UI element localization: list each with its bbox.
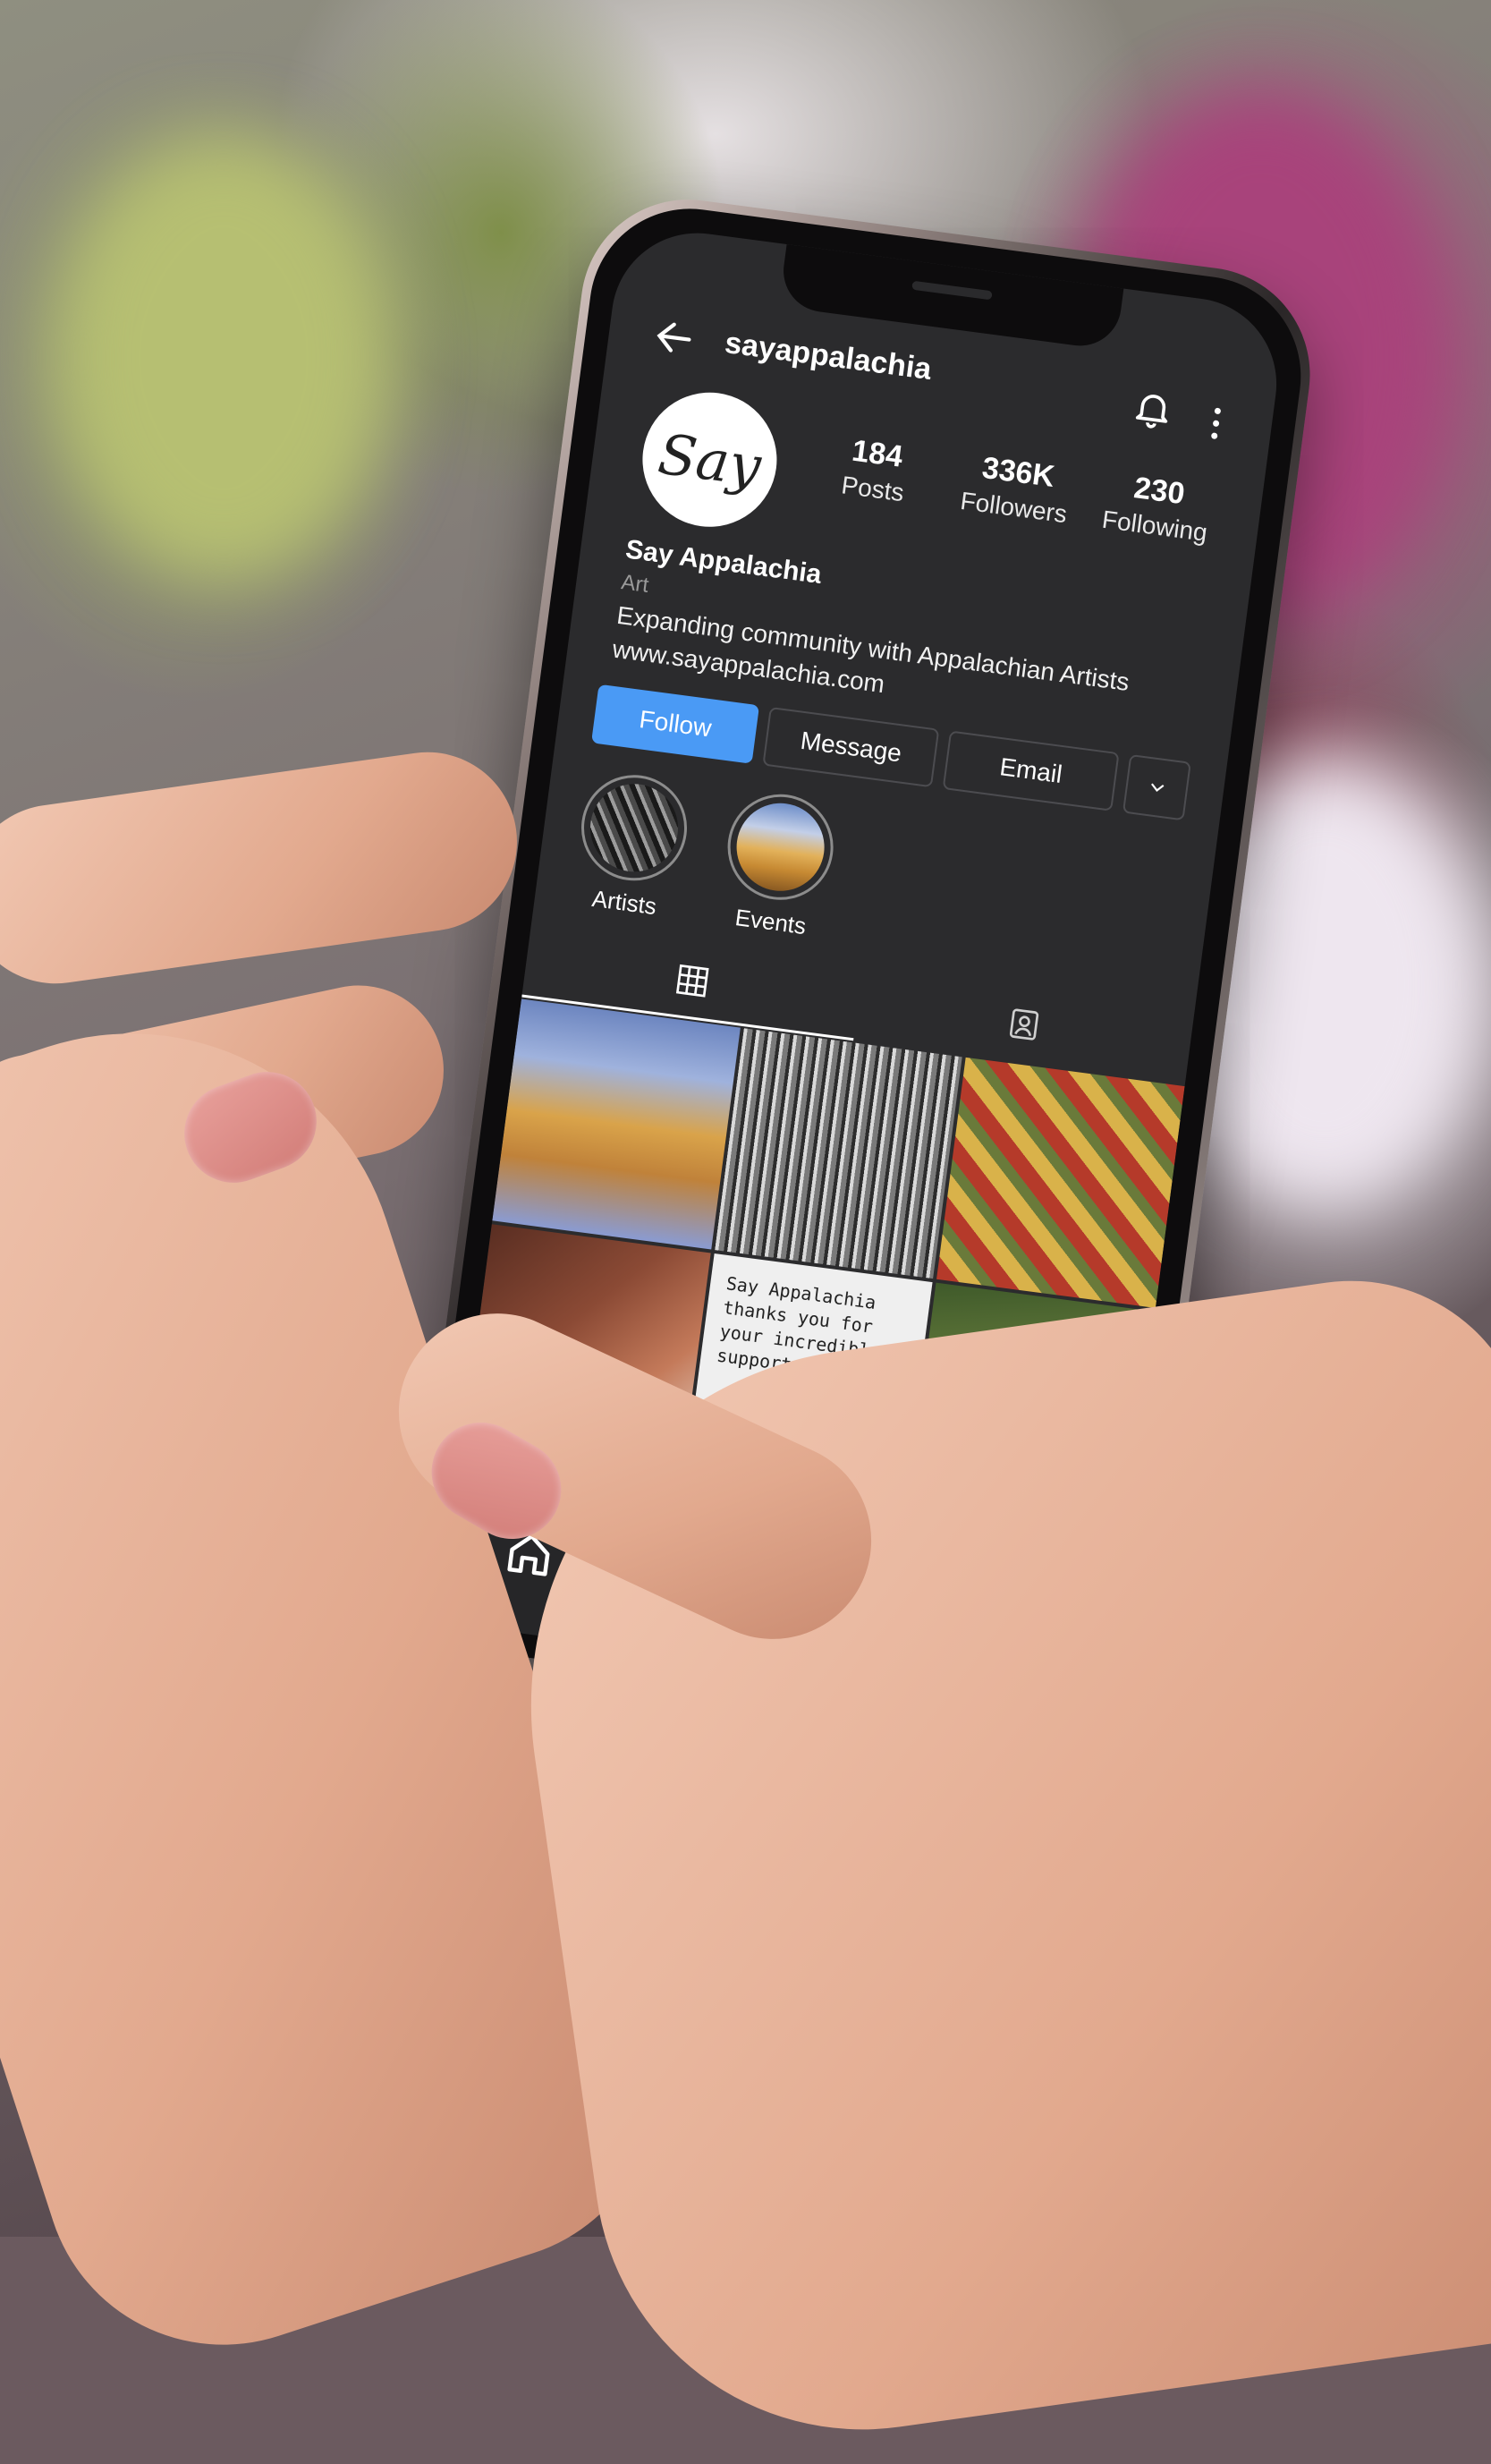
chevron-down-icon: [1150, 783, 1164, 792]
profile-category: Art: [619, 570, 650, 598]
bell-icon[interactable]: [1129, 385, 1177, 433]
grid-icon: [675, 964, 709, 998]
highlight-ring: [574, 769, 694, 888]
highlight-thumbnail: [731, 797, 830, 896]
background-flower-green: [54, 134, 394, 582]
post-thumbnail[interactable]: [936, 1057, 1185, 1308]
speaker: [911, 280, 993, 301]
post-thumbnail[interactable]: [714, 1028, 963, 1279]
highlight-thumbnail: [585, 778, 683, 878]
profile-avatar[interactable]: Say: [634, 384, 785, 535]
avatar-logo-text: Say: [654, 421, 765, 499]
profile-name: Say Appalachia: [623, 534, 824, 591]
highlight-artists[interactable]: Artists: [569, 769, 694, 923]
highlight-label: Events: [733, 904, 808, 940]
highlight-label: Artists: [590, 884, 658, 921]
tagged-icon: [1009, 1008, 1039, 1041]
post-thumbnail[interactable]: [492, 998, 741, 1250]
stat-followers[interactable]: 336K Followers: [945, 446, 1088, 531]
highlight-events[interactable]: Events: [716, 787, 841, 942]
email-button[interactable]: Email: [942, 730, 1120, 811]
profile-username: sayappalachia: [723, 326, 934, 387]
back-arrow-icon[interactable]: [649, 312, 699, 362]
suggested-dropdown-button[interactable]: [1122, 753, 1191, 821]
story-highlights: Artists Events: [569, 769, 840, 943]
follow-button[interactable]: Follow: [591, 684, 760, 764]
profile-stats: 184 Posts 336K Followers 230 Following: [804, 429, 1228, 549]
message-button[interactable]: Message: [762, 706, 940, 788]
stat-following[interactable]: 230 Following: [1087, 465, 1229, 549]
stat-posts[interactable]: 184 Posts: [804, 429, 946, 513]
highlight-ring: [721, 787, 840, 906]
